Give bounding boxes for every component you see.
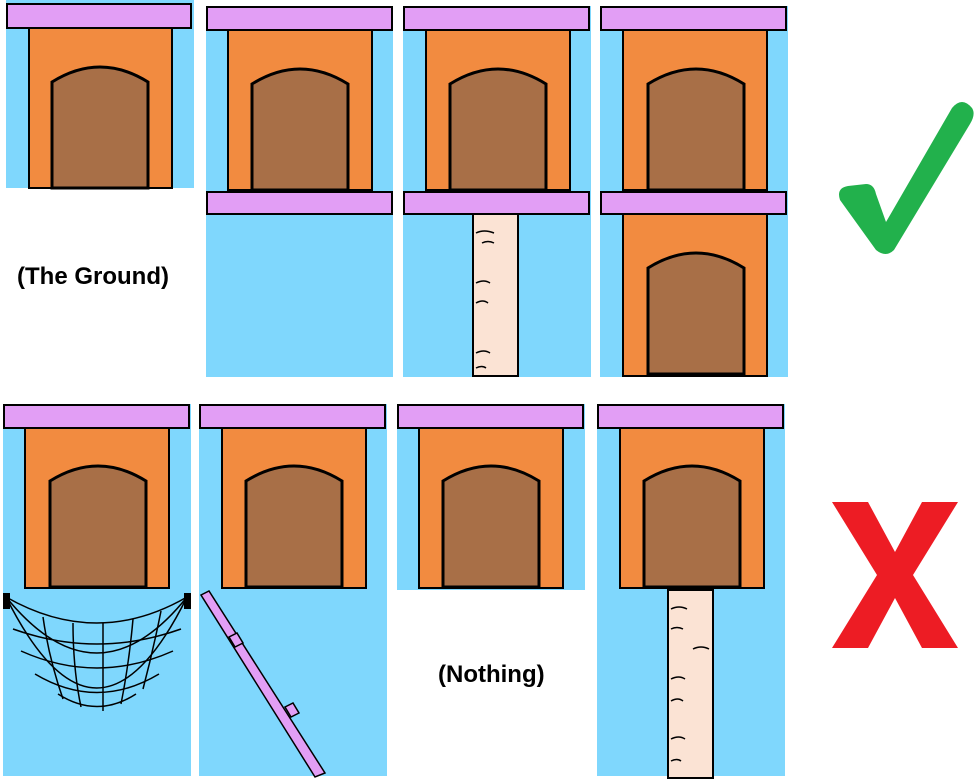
roof	[397, 404, 584, 429]
ground-label: (The Ground)	[17, 263, 169, 290]
bark-marks	[670, 606, 710, 762]
door	[441, 464, 541, 589]
door	[642, 464, 742, 589]
door	[646, 67, 746, 192]
checkmark-icon	[839, 102, 974, 254]
door	[48, 464, 148, 589]
roof	[600, 191, 787, 215]
tilted-board	[199, 590, 327, 778]
door	[244, 464, 344, 589]
door	[448, 67, 548, 192]
nothing-label: (Nothing)	[438, 661, 545, 688]
net	[3, 593, 191, 711]
bark-marks	[475, 230, 495, 369]
platform	[206, 191, 393, 215]
door	[50, 65, 150, 190]
roof	[597, 404, 784, 429]
roof	[600, 6, 787, 31]
roof	[206, 6, 393, 31]
x-mark-icon	[832, 502, 958, 648]
roof	[3, 404, 190, 429]
roof	[403, 6, 590, 31]
door	[250, 67, 350, 192]
platform	[403, 191, 590, 215]
roof	[6, 3, 192, 29]
roof	[199, 404, 386, 429]
door	[646, 251, 746, 376]
